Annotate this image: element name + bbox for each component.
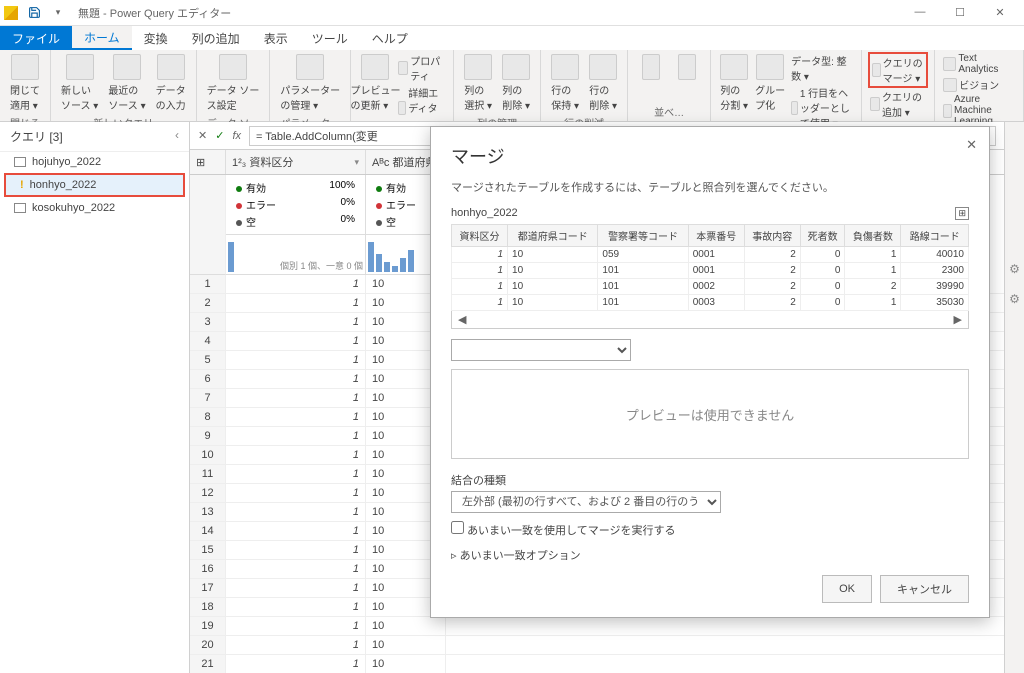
qat-dropdown-icon[interactable]: ▾ [48, 3, 68, 23]
cancel-button[interactable]: キャンセル [880, 575, 969, 603]
dialog-title: マージ [451, 143, 969, 169]
query-item-honhyo[interactable]: !honhyo_2022 [4, 173, 185, 197]
table-row[interactable]: 19110 [190, 617, 1004, 636]
choose-columns-button[interactable]: 列の 選択 ▾ [460, 52, 496, 114]
close-apply-button[interactable]: 閉じて 適用 ▾ [6, 52, 44, 114]
table-row[interactable]: 20110 [190, 636, 1004, 655]
tab-home[interactable]: ホーム [72, 26, 132, 50]
table-icon [14, 157, 26, 167]
tab-addcolumn[interactable]: 列の追加 [180, 26, 252, 50]
maximize-button[interactable]: ☐ [940, 6, 980, 19]
apply-step-icon[interactable]: ✓ [215, 129, 224, 142]
close-step-icon[interactable]: ✕ [198, 129, 207, 142]
query-item-kosokuhyo[interactable]: kosokuhyo_2022 [0, 198, 189, 218]
second-preview-unavailable: プレビューは使用できません [451, 369, 969, 459]
corner-cell[interactable]: ⊞ [190, 150, 226, 174]
tab-tools[interactable]: ツール [300, 26, 360, 50]
merge-preview-table[interactable]: 資料区分都道府県コード警察署等コード本票番号事故内容死者数負傷者数路線コード 1… [451, 224, 969, 311]
join-kind-select[interactable]: 左外部 (最初の行すべて、および 2 番目の行のうち一… [451, 491, 721, 513]
group-sort: 並べ… [634, 103, 704, 119]
tab-file[interactable]: ファイル [0, 26, 72, 50]
scroll-right-icon[interactable]: ▶ [954, 313, 962, 326]
manage-params-button[interactable]: パラメーター の管理 ▾ [276, 52, 344, 114]
join-kind-label: 結合の種類 [451, 475, 506, 487]
dialog-close-icon[interactable]: ✕ [966, 137, 977, 153]
datasource-settings-button[interactable]: データ ソー ス設定 [203, 52, 264, 114]
dialog-source-name: honhyo_2022 ⊞ [451, 207, 969, 220]
append-queries-button[interactable]: クエリの追加 ▾ [868, 88, 928, 120]
text-analytics-button[interactable]: Text Analytics [941, 52, 1017, 76]
warning-icon: ! [20, 179, 24, 191]
fx-label: fx [232, 130, 241, 142]
table-icon [14, 203, 26, 213]
merge-queries-button[interactable]: クエリのマージ ▾ [868, 52, 928, 88]
second-table-select[interactable] [451, 339, 631, 361]
recent-sources-button[interactable]: 最近の ソース ▾ [104, 52, 149, 114]
close-button[interactable]: ✕ [980, 6, 1020, 19]
ok-button[interactable]: OK [822, 575, 872, 603]
settings-gear-icon[interactable]: ⚙ [1009, 292, 1020, 306]
sort-desc-button[interactable] [670, 52, 704, 103]
tab-help[interactable]: ヘルプ [360, 26, 420, 50]
query-item-hojuhyo[interactable]: hojuhyo_2022 [0, 152, 189, 172]
remove-columns-button[interactable]: 列の 削除 ▾ [498, 52, 534, 114]
fuzzy-options-expander[interactable]: ▹ あいまい一致オプション [451, 547, 969, 563]
queries-panel: クエリ [3] ‹ hojuhyo_2022 !honhyo_2022 koso… [0, 122, 190, 673]
remove-rows-button[interactable]: 行の 削除 ▾ [585, 52, 621, 114]
column-header-1[interactable]: 1²₃ 資料区分▾ [226, 150, 366, 174]
keep-rows-button[interactable]: 行の 保持 ▾ [547, 52, 583, 114]
data-type-button[interactable]: データ型: 整数 ▾ [789, 52, 855, 84]
dialog-desc: マージされたテーブルを作成するには、テーブルと照合列を選んでください。 [451, 179, 969, 195]
minimize-button[interactable]: — [900, 6, 940, 19]
tab-transform[interactable]: 変換 [132, 26, 180, 50]
new-source-button[interactable]: 新しい ソース ▾ [57, 52, 102, 114]
save-icon[interactable] [24, 3, 44, 23]
table-preview-icon[interactable]: ⊞ [955, 207, 969, 220]
enter-data-button[interactable]: データ の入力 [152, 52, 190, 114]
app-logo [4, 6, 18, 20]
sort-asc-button[interactable] [634, 52, 668, 103]
queries-collapse-icon[interactable]: ‹ [175, 128, 179, 145]
vision-button[interactable]: ビジョン [941, 76, 1017, 93]
properties-button[interactable]: プロパティ [396, 52, 447, 84]
scroll-left-icon[interactable]: ◀ [458, 313, 466, 326]
table-row[interactable]: 21110 [190, 655, 1004, 673]
merge-dialog: ✕ マージ マージされたテーブルを作成するには、テーブルと照合列を選んでください… [430, 126, 990, 618]
window-title: 無題 - Power Query エディター [78, 5, 231, 21]
fuzzy-checkbox[interactable]: あいまい一致を使用してマージを実行する [451, 525, 676, 537]
tab-view[interactable]: 表示 [252, 26, 300, 50]
settings-gear-icon[interactable]: ⚙ [1009, 262, 1020, 276]
queries-title: クエリ [3] [10, 128, 63, 145]
